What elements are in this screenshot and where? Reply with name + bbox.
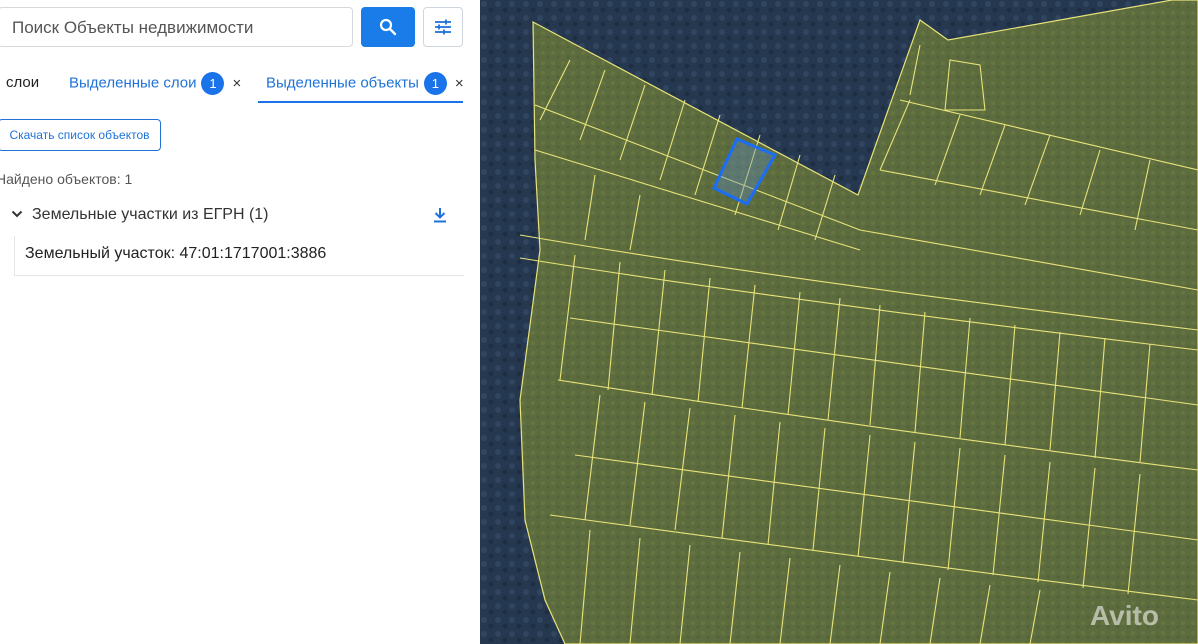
tab-selected-layers-label: Выделенные слои <box>69 74 197 92</box>
close-icon[interactable]: × <box>455 75 464 92</box>
search-input[interactable]: Поиск Объекты недвижимости <box>0 7 353 47</box>
tab-selected-layers[interactable]: Выделенные слои 1 × <box>69 72 241 95</box>
found-count: Найдено объектов: 1 <box>0 171 133 187</box>
tab-bar: слои Выделенные слои 1 × Выделенные объект… <box>0 62 480 104</box>
map-view[interactable] <box>480 0 1198 644</box>
group-header[interactable]: Земельные участки из ЕГРН (1) <box>8 206 464 228</box>
download-list-button[interactable]: Скачать список объектов <box>0 119 161 151</box>
selected-objects-badge: 1 <box>423 72 447 95</box>
search-icon <box>379 18 397 36</box>
chevron-down-icon[interactable] <box>11 209 23 219</box>
close-icon[interactable]: × <box>232 75 241 92</box>
active-tab-indicator <box>258 101 463 103</box>
group-title: Земельные участки из ЕГРН (1) <box>32 206 269 223</box>
left-panel: Поиск Объекты недвижимости слои Выделенн… <box>0 0 480 644</box>
selected-layers-badge: 1 <box>201 72 225 95</box>
satellite-map[interactable] <box>480 0 1198 644</box>
filter-button[interactable] <box>423 7 463 47</box>
tab-layers[interactable]: слои <box>6 74 39 91</box>
tab-selected-objects-label: Выделенные объекты <box>266 74 419 92</box>
download-icon[interactable] <box>433 207 447 223</box>
tab-selected-objects[interactable]: Выделенные объекты 1 × <box>266 72 464 95</box>
list-item[interactable]: Земельный участок: 47:01:1717001:3886 <box>14 236 464 276</box>
parcel-label: Земельный участок: 47:01:1717001:3886 <box>25 245 327 262</box>
avito-watermark: Avito <box>1090 600 1159 631</box>
tab-layers-label: слои <box>6 74 40 91</box>
sliders-icon <box>435 19 451 35</box>
search-placeholder: Поиск Объекты недвижимости <box>12 18 254 37</box>
search-button[interactable] <box>361 7 415 47</box>
